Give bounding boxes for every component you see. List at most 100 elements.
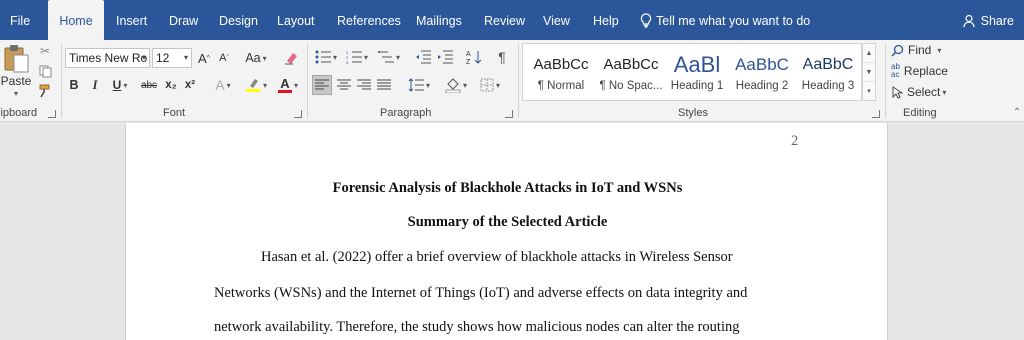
tab-file[interactable]: File (10, 0, 30, 40)
cut-icon[interactable]: ✂ (36, 42, 54, 60)
tab-layout[interactable]: Layout (277, 0, 315, 40)
page-number: 2 (791, 133, 799, 149)
style-name: Heading 3 (801, 80, 855, 92)
bullets-button[interactable]: ▾ (312, 47, 340, 67)
tab-insert[interactable]: Insert (116, 0, 147, 40)
styles-launcher-icon[interactable] (872, 110, 880, 118)
font-name-combo[interactable]: Times New Ro ▾ (65, 48, 150, 68)
paste-button[interactable] (2, 42, 30, 76)
subscript-button[interactable]: x₂ (163, 75, 179, 95)
chevron-down-icon[interactable]: ▼ (863, 63, 875, 82)
tell-me-text: Tell me what you want to do (656, 14, 811, 28)
tab-mailings[interactable]: Mailings (416, 0, 462, 40)
multilevel-list-button[interactable]: ▾ (374, 47, 404, 67)
tab-draw[interactable]: Draw (169, 0, 198, 40)
more-styles-icon[interactable]: ▾ (863, 82, 875, 101)
replace-button[interactable]: ab ac Replace (891, 61, 953, 81)
style-heading-1[interactable]: AaBl Heading 1 (665, 44, 729, 102)
style-sample: AaBl (673, 52, 721, 77)
select-label: Select (907, 85, 941, 99)
numbering-icon: 123 (346, 50, 362, 64)
text-effects-button[interactable]: A ▾ (210, 75, 236, 95)
select-button[interactable]: Select ▾ (891, 82, 951, 102)
superscript-button[interactable]: x² (182, 75, 198, 95)
grow-font-button[interactable]: A ^ (196, 48, 212, 68)
group-divider (885, 44, 886, 118)
align-center-icon[interactable] (334, 75, 354, 95)
chevron-up-icon[interactable]: ▲ (863, 44, 875, 63)
format-painter-icon[interactable] (36, 82, 54, 100)
clear-formatting-icon[interactable] (281, 48, 301, 68)
numbering-button[interactable]: 1 2 3 ▾ (343, 47, 371, 67)
tab-home[interactable]: Home (48, 0, 104, 40)
italic-button[interactable]: I (87, 75, 103, 95)
tab-review[interactable]: Review (484, 0, 525, 40)
paragraph-line: network availability. Therefore, the stu… (214, 319, 740, 335)
font-size-combo[interactable]: 12 ▾ (152, 48, 192, 68)
tell-me-search[interactable]: Tell me what you want to do (640, 0, 810, 40)
group-divider (518, 44, 519, 118)
tab-view[interactable]: View (543, 0, 570, 40)
svg-text:A: A (466, 51, 471, 58)
clipboard-launcher-icon[interactable] (48, 110, 56, 118)
underline-glyph: U (112, 78, 122, 92)
copy-icon[interactable] (36, 62, 54, 80)
editing-group-label: Editing (903, 107, 937, 119)
increase-indent-icon[interactable] (436, 47, 454, 67)
font-launcher-icon[interactable] (294, 110, 302, 118)
style-name: ¶ No Spac... (599, 80, 663, 92)
shrink-font-button[interactable]: Aˇ (216, 48, 232, 68)
style-sample: AaBbC (802, 56, 854, 73)
group-divider (61, 44, 62, 118)
align-right-icon[interactable] (354, 75, 374, 95)
sort-icon[interactable]: AZ (465, 47, 483, 67)
svg-text:3: 3 (346, 60, 349, 64)
paste-dropdown-icon[interactable]: ▾ (10, 88, 20, 98)
clipboard-group-label: lipboard (0, 107, 38, 119)
align-left-icon (315, 79, 329, 90)
font-color-button[interactable]: A ▾ (274, 75, 302, 95)
document-page[interactable]: 2 Forensic Analysis of Blackhole Attacks… (125, 123, 888, 340)
style-normal[interactable]: AaBbCc ¶ Normal (525, 44, 597, 102)
style-heading-3[interactable]: AaBbC Heading 3 (795, 44, 861, 102)
find-button[interactable]: Find ▾ (891, 41, 951, 59)
tab-help[interactable]: Help (593, 0, 619, 40)
bold-button[interactable]: B (66, 75, 82, 95)
ribbon-home: Paste ▾ ✂ lipboard Times New Ro ▾ 12 ▾ A ^ … (0, 40, 1024, 122)
multilevel-list-icon (377, 51, 394, 63)
style-name: ¶ Normal (537, 80, 585, 92)
paint-bucket-icon (445, 78, 461, 93)
style-sample: AaBbC (735, 55, 789, 74)
line-spacing-button[interactable]: ▾ (404, 75, 434, 95)
paragraph-group-label: Paragraph (380, 107, 432, 119)
share-label: Share (980, 14, 1014, 28)
align-left-button[interactable] (312, 75, 332, 95)
collapse-ribbon-icon[interactable]: ⌃ (1011, 106, 1023, 118)
justify-icon[interactable] (374, 75, 394, 95)
person-icon (963, 14, 975, 28)
highlighter-icon (245, 79, 260, 92)
lightbulb-icon (640, 13, 652, 28)
change-case-button[interactable]: Aa ▾ (241, 48, 271, 68)
paragraph-launcher-icon[interactable] (505, 110, 513, 118)
tab-references[interactable]: References (337, 0, 401, 40)
style-heading-2[interactable]: AaBbC Heading 2 (729, 44, 795, 102)
share-button[interactable]: Share (963, 0, 1014, 40)
styles-gallery-scroller: ▲ ▼ ▾ (862, 43, 876, 101)
ribbon-tab-bar: File Home Insert Draw Design Layout Refe… (0, 0, 1024, 40)
tab-design[interactable]: Design (219, 0, 258, 40)
chevron-down-icon: ▾ (183, 53, 188, 62)
line-spacing-icon (408, 78, 424, 92)
replace-label: Replace (903, 64, 948, 78)
underline-button[interactable]: U ▾ (108, 75, 132, 95)
highlight-color-button[interactable]: ▾ (242, 75, 270, 95)
show-formatting-marks-icon[interactable]: ¶ (493, 47, 511, 67)
replace-icon: ab ac (891, 62, 900, 79)
strikethrough-button[interactable]: abc (138, 75, 160, 95)
cursor-icon (892, 85, 903, 99)
borders-button[interactable]: ▾ (475, 75, 505, 95)
decrease-indent-icon[interactable] (414, 47, 432, 67)
style-no-spacing[interactable]: AaBbCc ¶ No Spac... (597, 44, 665, 102)
shading-button[interactable]: ▾ (441, 75, 471, 95)
borders-icon (480, 78, 494, 92)
